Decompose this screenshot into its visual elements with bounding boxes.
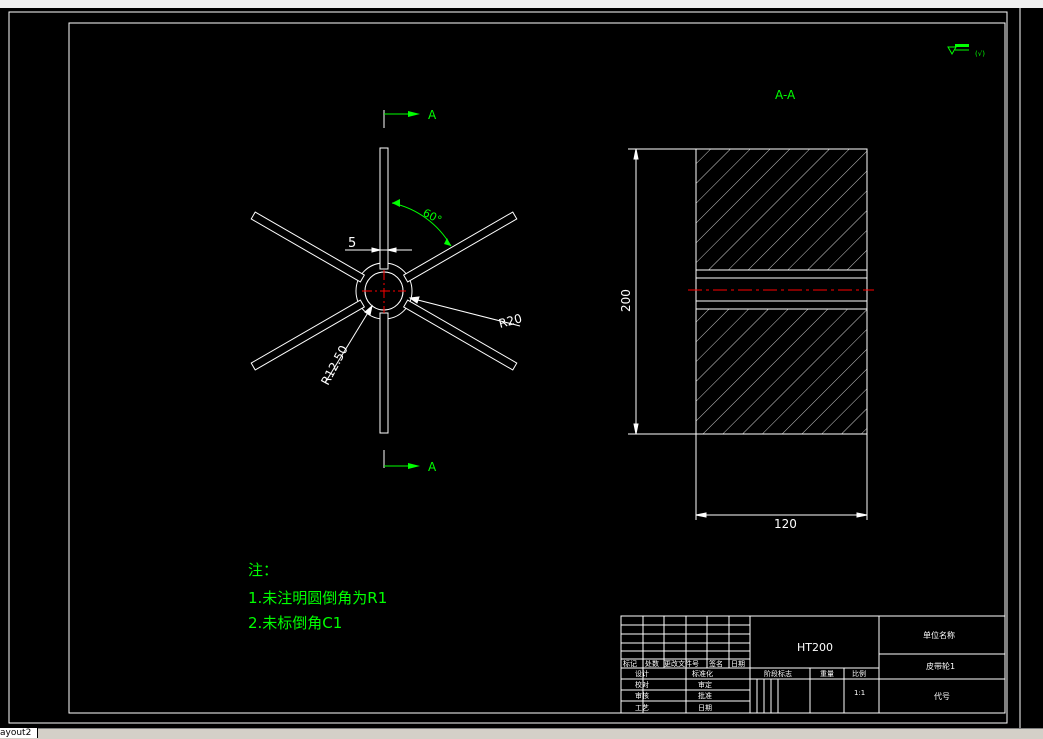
role-approve-review: 审定 [698,680,712,689]
role-review: 审核 [635,691,649,700]
right-edge-lines [1019,8,1021,728]
height-dimension [628,148,696,435]
part-name-text: 皮带轮1 [926,661,955,671]
width-text: 120 [774,517,797,531]
material-text: HT200 [797,641,833,654]
section-lower-hatch [695,308,868,435]
scale-label: 比例 [852,669,866,678]
layout-tab-bar [0,728,1043,739]
scale-value: 1:1 [854,689,865,697]
notes-line-1: 1.未注明圆倒角为R1 [248,589,387,607]
role-design: 设计 [635,669,649,678]
role-date: 日期 [698,704,712,712]
section-arrow-bottom [383,450,420,469]
notes-title: 注： [248,561,278,579]
arm-down [379,312,389,434]
notes-line-2: 2.未标倒角C1 [248,614,342,632]
stage-label: 阶段标志 [764,669,792,678]
outer-radius-text: R20 [497,311,523,331]
weight-label: 重量 [820,670,834,678]
section-arrow-top [383,110,420,128]
section-view-title: A-A [775,88,796,102]
drawing-canvas[interactable]: (√) A A 5 60° R20 R12.50 A-A 200 120 注： … [0,8,1018,728]
right-edge-panel [1018,8,1043,728]
role-standard: 标准化 [692,669,713,678]
change-headers: 标记 处数 更改文件号 签名 日期 [623,659,745,668]
arm-lower-left [250,299,366,371]
arm-upper-right [402,211,518,283]
header-date: 日期 [731,660,745,668]
arm-up [379,147,389,270]
surface-finish-text: (√) [975,50,985,58]
width-dimension [695,434,868,520]
code-label-text: 代号 [934,691,950,701]
header-doc: 更改文件号 [664,659,699,668]
surface-finish-symbol: (√) [947,44,985,58]
header-sign: 签名 [709,659,723,668]
header-mark: 标记 [623,659,637,668]
section-label-top: A [428,108,437,122]
inner-radius-text: R12.50 [318,343,350,387]
angle-arc [391,202,452,247]
section-upper-hatch [695,148,868,271]
height-text: 200 [619,289,633,312]
section-label-bottom: A [428,460,437,474]
cad-drawing: (√) A A 5 60° R20 R12.50 A-A 200 120 注： … [8,11,1008,724]
role-process: 工艺 [635,704,649,712]
role-check: 校对 [635,680,649,689]
angle-text: 60° [421,206,444,227]
unit-name-text: 单位名称 [923,630,955,640]
header-count: 处数 [645,659,659,668]
layout-tab[interactable]: ayout2 [0,728,39,738]
section-view [695,148,868,435]
slot-width-text: 5 [348,236,356,251]
role-approve: 批准 [698,691,712,700]
